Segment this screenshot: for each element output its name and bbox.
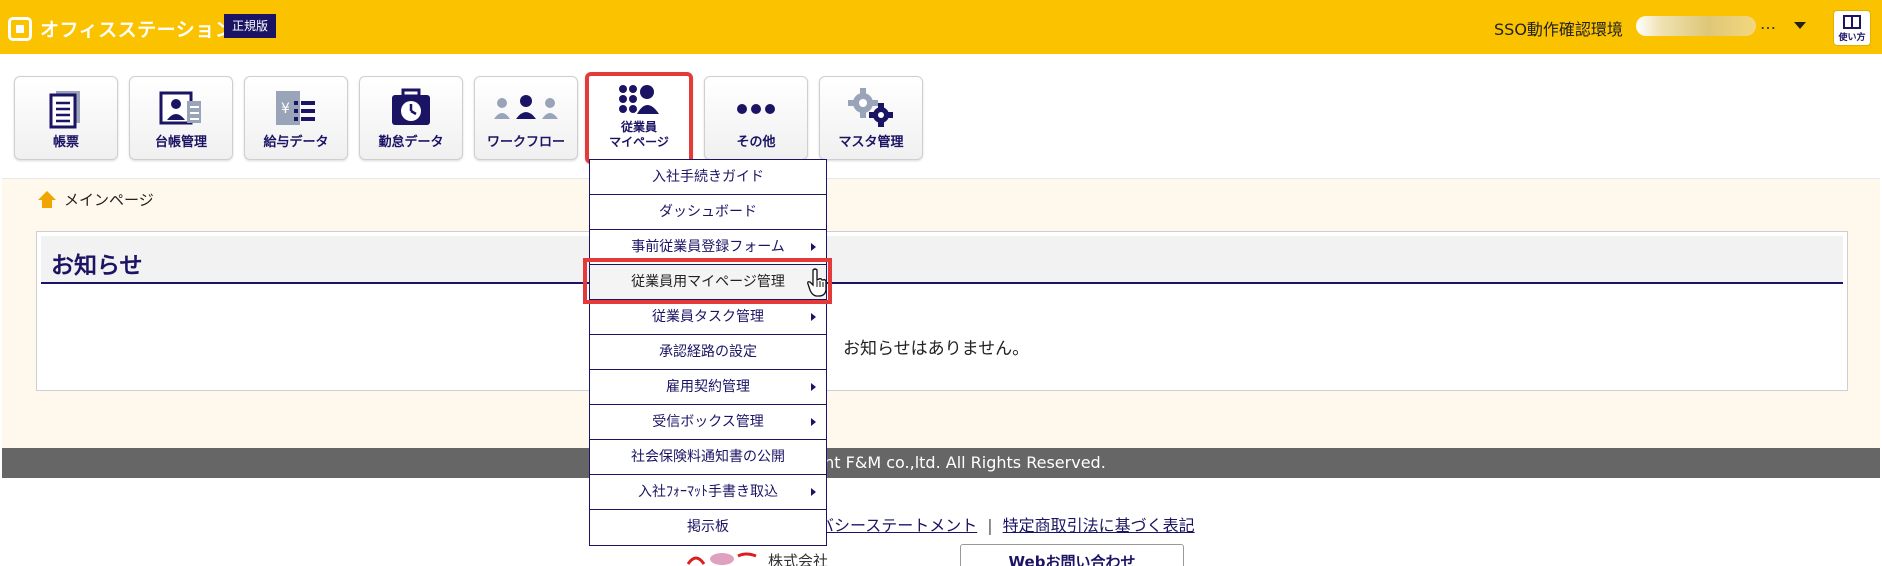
nav-tile-label: その他: [736, 135, 776, 150]
submenu-arrow-icon: [811, 383, 816, 391]
privacy-link[interactable]: バシーステートメント: [818, 516, 977, 535]
employee-mypage-icon: [619, 85, 659, 114]
environment-ellipsis: …: [1760, 14, 1776, 33]
nav-tile-label: マスタ管理: [838, 135, 904, 150]
ledger-icon: [159, 91, 201, 125]
notice-header: お知らせ: [41, 236, 1843, 284]
nav-tile-label: 勤怠データ: [378, 135, 444, 150]
menu-item-label: 事前従業員登録フォーム: [631, 239, 785, 255]
menu-item-label: 雇用契約管理: [666, 379, 750, 395]
gear-icon: [848, 88, 893, 127]
svg-text:¥: ¥: [281, 101, 290, 117]
menu-item-label: ダッシュボード: [659, 204, 757, 220]
breadcrumb-label: メインページ: [64, 191, 154, 209]
nav-tile-employee-mypage[interactable]: 従業員 マイページ: [585, 72, 693, 164]
employee-mypage-menu: 入社手続きガイド ダッシュボード 事前従業員登録フォーム 従業員用マイページ管理…: [589, 159, 827, 546]
nav-tile-label: 帳票: [52, 135, 79, 150]
menu-item-label: 承認経路の設定: [659, 344, 757, 360]
web-contact-button[interactable]: Webお問い合わせ: [960, 544, 1184, 566]
menu-item-employment-contract[interactable]: 雇用契約管理: [590, 370, 826, 405]
menu-item-approval-route[interactable]: 承認経路の設定: [590, 335, 826, 370]
submenu-arrow-icon: [811, 418, 816, 426]
menu-item-employee-tasks[interactable]: 従業員タスク管理: [590, 300, 826, 335]
nav-tile-reports[interactable]: 帳票: [14, 76, 118, 160]
footer-bar: ght F&M co.,ltd. All Rights Reserved.: [2, 448, 1880, 478]
help-label: 使い方: [1838, 33, 1866, 43]
nav-tile-ledger[interactable]: 台帳管理: [129, 76, 233, 160]
payroll-icon: ¥: [276, 91, 315, 125]
menu-item-dashboard[interactable]: ダッシュボード: [590, 195, 826, 230]
edition-badge: 正規版: [224, 14, 277, 38]
nav-tile-more[interactable]: その他: [704, 76, 808, 160]
main-nav: 帳票 台帳管理 ¥ 給与データ 勤怠データ ワークフロー 従業員 マイページ そ…: [0, 54, 1882, 178]
book-icon: [1843, 15, 1861, 29]
menu-item-label: 受信ボックス管理: [652, 414, 764, 430]
company-logo: [686, 550, 758, 566]
footer-links: バシーステートメント | 特定商取引法に基づく表記: [818, 512, 1195, 536]
home-icon: [38, 190, 56, 209]
menu-item-label: 従業員タスク管理: [652, 309, 764, 325]
app-logo[interactable]: オフィスステーション: [8, 15, 234, 42]
highlight-frame: [583, 258, 832, 304]
attendance-icon: [392, 88, 430, 125]
footer-separator: |: [987, 516, 993, 535]
menu-item-label: 社会保険料通知書の公開: [631, 449, 785, 465]
help-button[interactable]: 使い方: [1833, 10, 1871, 46]
menu-item-label: 入社ﾌｫｰﾏｯﾄ手書き取込: [638, 484, 778, 500]
menu-item-handwritten-import[interactable]: 入社ﾌｫｰﾏｯﾄ手書き取込: [590, 475, 826, 510]
nav-tile-label: 台帳管理: [154, 135, 207, 150]
main-content: メインページ お知らせ お知らせはありません。: [2, 178, 1880, 448]
nav-tile-label: ワークフロー: [486, 135, 565, 150]
submenu-arrow-icon: [811, 313, 816, 321]
menu-item-label: 入社手続きガイド: [652, 169, 764, 185]
menu-item-onboarding-guide[interactable]: 入社手続きガイド: [590, 160, 826, 195]
breadcrumb[interactable]: メインページ: [38, 189, 154, 210]
nav-tile-label: 給与データ: [263, 135, 329, 150]
report-icon: [49, 91, 80, 129]
menu-item-inbox[interactable]: 受信ボックス管理: [590, 405, 826, 440]
redacted-user-name: [1636, 16, 1756, 36]
nav-tile-label-line2: マイページ: [609, 135, 669, 149]
menu-item-label: 掲示板: [687, 519, 729, 535]
chevron-down-icon[interactable]: [1794, 22, 1806, 29]
more-icon: [737, 104, 775, 114]
company-name: 株式会社: [768, 552, 829, 566]
workflow-icon: [494, 95, 558, 119]
nav-tile-workflow[interactable]: ワークフロー: [474, 76, 578, 160]
submenu-arrow-icon: [811, 488, 816, 496]
app-name: オフィスステーション: [40, 19, 235, 41]
menu-item-bulletin-board[interactable]: 掲示板: [590, 510, 826, 545]
nav-tile-attendance[interactable]: 勤怠データ: [359, 76, 463, 160]
notice-title: お知らせ: [51, 253, 143, 279]
environment-name: SSO動作確認環境: [1494, 20, 1623, 39]
notice-empty-message: お知らせはありません。: [843, 339, 1030, 359]
company-logo-mark: [686, 552, 757, 565]
menu-item-insurance-notice[interactable]: 社会保険料通知書の公開: [590, 440, 826, 475]
nav-tile-master[interactable]: マスタ管理: [819, 76, 923, 160]
nav-tile-payroll[interactable]: ¥ 給与データ: [244, 76, 348, 160]
copyright-text: ght F&M co.,ltd. All Rights Reserved.: [814, 453, 1106, 472]
commerce-law-link[interactable]: 特定商取引法に基づく表記: [1003, 516, 1195, 535]
hand-cursor-icon: [807, 268, 827, 297]
app-header: オフィスステーション 正規版 SSO動作確認環境 … 使い方: [0, 0, 1882, 54]
nav-tile-label-line1: 従業員: [620, 120, 657, 134]
submenu-arrow-icon: [811, 243, 816, 251]
logo-mark-icon: [8, 16, 32, 41]
notice-panel: お知らせ お知らせはありません。: [36, 231, 1848, 391]
